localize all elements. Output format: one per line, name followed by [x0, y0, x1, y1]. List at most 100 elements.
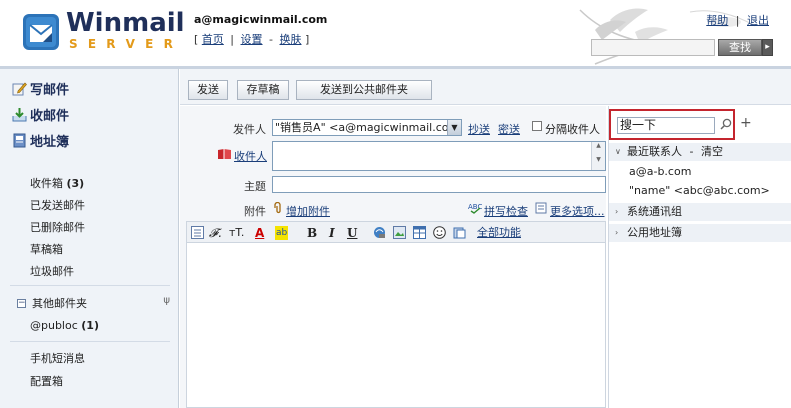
all-features-link[interactable]: 全部功能: [477, 226, 521, 240]
logo-subtitle: SERVER: [69, 37, 184, 51]
nav-bracket-close: ]: [305, 33, 310, 46]
pin-icon[interactable]: ψ: [163, 295, 170, 306]
source-view-icon[interactable]: [191, 226, 204, 239]
nav-bracket-open: [: [194, 33, 199, 46]
system-group[interactable]: › 系统通讯组: [609, 203, 791, 221]
send-button[interactable]: 发送: [188, 80, 228, 100]
folder-publoc[interactable]: @publoc (1): [30, 319, 99, 332]
contact-item[interactable]: a@a-b.com: [629, 165, 691, 178]
search-icon[interactable]: [720, 118, 732, 130]
image-icon[interactable]: [393, 226, 406, 239]
to-scrollbar[interactable]: ▲ ▼: [591, 142, 605, 170]
font-size-icon[interactable]: тT.: [229, 226, 244, 240]
compose-icon: [12, 82, 27, 95]
sidebar: 写邮件 收邮件 地址簿 收件箱 (3) 已发送邮件 已删除邮件 草稿箱 垃圾邮件…: [0, 69, 179, 408]
contacts-panel: 搜一下 + ∨ 最近联系人 - 清空 a@a-b.com "name" <abc…: [608, 106, 791, 408]
settings-link[interactable]: 设置: [241, 33, 263, 46]
header-search-button[interactable]: 查找: [718, 39, 762, 56]
emoticon-icon[interactable]: [433, 226, 446, 239]
separate-recipients-label: 分隔收件人: [545, 123, 600, 136]
subject-label: 主题: [244, 180, 266, 193]
user-email: a@magicwinmail.com: [194, 13, 328, 26]
attachment-label: 附件: [244, 205, 266, 218]
highlight-icon[interactable]: ab: [275, 226, 289, 240]
options-icon: [535, 202, 547, 214]
folder-inbox[interactable]: 收件箱 (3): [30, 175, 84, 191]
folder-deleted[interactable]: 已删除邮件: [30, 219, 85, 235]
top-nav: [ 首页 | 设置 - 换肤 ]: [194, 31, 309, 47]
folder-label: 收件箱: [30, 177, 63, 190]
chevron-right-icon: ›: [615, 228, 619, 237]
chevron-down-icon[interactable]: ▼: [447, 120, 461, 135]
save-draft-button[interactable]: 存草稿: [237, 80, 289, 100]
links-separator: |: [735, 14, 740, 27]
logout-link[interactable]: 退出: [747, 14, 769, 27]
more-options-link[interactable]: 更多选项...: [550, 203, 605, 219]
folder-label: 草稿箱: [30, 243, 63, 256]
folder-label: 已发送邮件: [30, 199, 85, 212]
to-label-link[interactable]: 收件人: [234, 148, 267, 164]
contact-search-value: 搜一下: [620, 118, 657, 132]
recent-separator: -: [689, 145, 694, 158]
right-links: 帮助 | 退出: [706, 12, 769, 28]
compose-toolbar: 发送 存草稿 发送到公共邮件夹: [180, 69, 791, 105]
address-book-link[interactable]: 地址簿: [12, 131, 69, 150]
chevron-down-icon: ∨: [615, 147, 621, 156]
table-icon[interactable]: [413, 226, 426, 239]
header-search-input[interactable]: [591, 39, 715, 56]
folder-count: (1): [81, 319, 99, 332]
other-folders-toggle[interactable]: − 其他邮件夹 ψ: [17, 295, 170, 311]
underline-button[interactable]: U: [347, 226, 357, 240]
skin-link[interactable]: 换肤: [280, 33, 302, 46]
public-address-book-group[interactable]: › 公用地址簿: [609, 224, 791, 242]
folder-drafts[interactable]: 草稿箱: [30, 241, 63, 257]
system-group-label: 系统通讯组: [627, 205, 682, 218]
contact-search-input[interactable]: 搜一下: [617, 117, 715, 134]
sidebar-divider: [10, 285, 170, 286]
header-search: 查找 ▸: [591, 39, 773, 56]
compose-link[interactable]: 写邮件: [12, 79, 69, 98]
subject-input[interactable]: [272, 176, 606, 193]
sender-value: "销售员A" <a@magicwinmail.com>: [275, 121, 462, 134]
help-link[interactable]: 帮助: [706, 14, 728, 27]
address-book-icon[interactable]: [217, 148, 232, 160]
add-contact-icon[interactable]: +: [740, 116, 752, 130]
compose-main: 发送 存草稿 发送到公共邮件夹 发件人 "销售员A" <a@magicwinma…: [180, 69, 791, 408]
send-to-public-folder-button[interactable]: 发送到公共邮件夹: [296, 80, 432, 100]
folder-sent[interactable]: 已发送邮件: [30, 197, 85, 213]
bold-button[interactable]: B: [307, 226, 317, 240]
folder-junk[interactable]: 垃圾邮件: [30, 263, 74, 279]
separate-recipients-checkbox[interactable]: [532, 121, 542, 131]
font-family-icon[interactable]: 𝓕.: [209, 226, 222, 240]
to-input[interactable]: ▲ ▼: [272, 141, 606, 171]
receive-link[interactable]: 收邮件: [12, 105, 70, 124]
winmail-logo-icon: [23, 14, 59, 50]
chevron-right-icon[interactable]: ▸: [762, 39, 773, 56]
spell-check-link[interactable]: 拼写检查: [484, 203, 528, 219]
message-body-editor[interactable]: [186, 243, 606, 408]
other-folders-label: 其他邮件夹: [32, 297, 87, 310]
add-attachment-link[interactable]: 增加附件: [286, 203, 330, 219]
italic-button[interactable]: I: [329, 226, 335, 240]
receive-label: 收邮件: [30, 108, 70, 124]
nav-separator: |: [230, 33, 235, 46]
spell-check-icon: ABC: [468, 203, 482, 214]
sidebar-divider: [10, 341, 170, 342]
recent-contacts-group[interactable]: ∨ 最近联系人 - 清空: [609, 143, 791, 161]
home-link[interactable]: 首页: [202, 33, 224, 46]
editor-toolbar: 𝓕. тT. A ab B I U 全部功能: [186, 221, 606, 243]
collapse-icon[interactable]: −: [17, 298, 26, 308]
sms-link[interactable]: 手机短消息: [30, 350, 85, 366]
link-icon[interactable]: [373, 226, 386, 239]
text-color-icon[interactable]: A: [255, 226, 264, 240]
sender-label: 发件人: [233, 123, 266, 136]
bcc-link[interactable]: 密送: [498, 121, 520, 137]
folder-label: 垃圾邮件: [30, 265, 74, 278]
compose-form: 发件人 "销售员A" <a@magicwinmail.com> ▼ 抄送 密送 …: [180, 106, 606, 408]
clear-recent-link[interactable]: 清空: [701, 145, 723, 158]
paste-icon[interactable]: [453, 226, 466, 239]
config-link[interactable]: 配置箱: [30, 373, 63, 389]
cc-link[interactable]: 抄送: [468, 121, 490, 137]
sender-select[interactable]: "销售员A" <a@magicwinmail.com> ▼: [272, 119, 462, 136]
contact-item[interactable]: "name" <abc@abc.com>: [629, 184, 770, 197]
